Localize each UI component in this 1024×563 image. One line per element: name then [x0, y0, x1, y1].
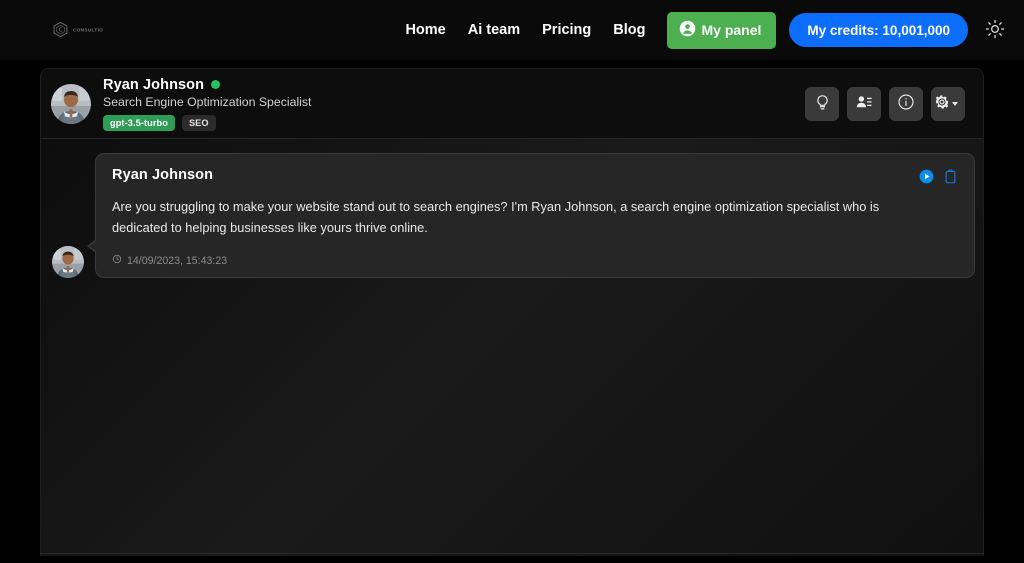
play-audio-button[interactable] — [919, 169, 934, 187]
agent-action-buttons — [805, 87, 965, 121]
panel-bottom-divider — [40, 553, 984, 554]
agent-role: Search Engine Optimization Specialist — [103, 95, 311, 109]
settings-button[interactable] — [931, 87, 965, 121]
my-credits-button[interactable]: My credits: 10,001,000 — [789, 13, 968, 47]
status-online-indicator — [211, 80, 220, 89]
brand-logo[interactable]: C CONSULTIO — [52, 21, 95, 38]
message-timestamp-row: 14/09/2023, 15:43:23 — [112, 254, 958, 267]
message-bubble-wrapper: Ryan Johnson — [95, 153, 975, 278]
message-row: Ryan Johnson — [41, 153, 983, 278]
nav-link-blog[interactable]: Blog — [602, 0, 656, 60]
agent-tag-row: gpt-3.5-turbo SEO — [103, 115, 311, 131]
clock-icon — [112, 254, 122, 267]
chat-message-area: Ryan Johnson — [41, 139, 983, 556]
message-bubble: Ryan Johnson — [95, 153, 975, 278]
info-icon — [897, 93, 915, 114]
nav-link-pricing[interactable]: Pricing — [531, 0, 602, 60]
message-avatar[interactable] — [52, 246, 84, 278]
brand-wordmark: CONSULTIO — [73, 27, 103, 32]
message-header: Ryan Johnson — [112, 167, 958, 187]
message-author: Ryan Johnson — [112, 167, 213, 183]
agent-meta: Ryan Johnson Search Engine Optimization … — [103, 77, 311, 131]
tag-model: gpt-3.5-turbo — [103, 115, 175, 131]
copy-clipboard-button[interactable] — [943, 169, 958, 187]
svg-text:C: C — [59, 28, 63, 34]
agent-header: Ryan Johnson Search Engine Optimization … — [41, 69, 983, 139]
lightbulb-icon — [814, 94, 831, 114]
nav-link-home[interactable]: Home — [394, 0, 456, 60]
tag-topic: SEO — [182, 115, 216, 131]
nav-link-ai-team[interactable]: Ai team — [457, 0, 531, 60]
play-audio-icon — [919, 169, 934, 187]
my-panel-button[interactable]: My panel — [667, 12, 777, 49]
nav-right-group: Home Ai team Pricing Blog My panel My cr… — [394, 0, 1008, 60]
message-text: Are you struggling to make your website … — [112, 197, 912, 238]
agent-name-row: Ryan Johnson — [103, 77, 311, 93]
message-timestamp: 14/09/2023, 15:43:23 — [127, 255, 227, 267]
chat-panel: Ryan Johnson Search Engine Optimization … — [40, 68, 984, 556]
copy-clipboard-icon — [943, 169, 958, 187]
top-navigation-bar: C CONSULTIO Home Ai team Pricing Blog My… — [0, 0, 1024, 60]
gear-icon — [934, 94, 950, 113]
sun-icon — [985, 19, 1005, 42]
message-tools — [919, 167, 958, 187]
lightbulb-button[interactable] — [805, 87, 839, 121]
agent-name: Ryan Johnson — [103, 77, 204, 93]
contact-card-icon — [855, 93, 873, 114]
page-stage: Ryan Johnson Search Engine Optimization … — [0, 60, 1024, 563]
info-button[interactable] — [889, 87, 923, 121]
contact-card-button[interactable] — [847, 87, 881, 121]
theme-toggle-button[interactable] — [982, 17, 1008, 43]
my-panel-label: My panel — [702, 22, 762, 38]
user-circle-icon — [679, 20, 696, 40]
agent-avatar[interactable] — [51, 84, 91, 124]
brand-hexagon-icon: C — [52, 21, 69, 38]
chevron-down-icon — [952, 102, 958, 106]
